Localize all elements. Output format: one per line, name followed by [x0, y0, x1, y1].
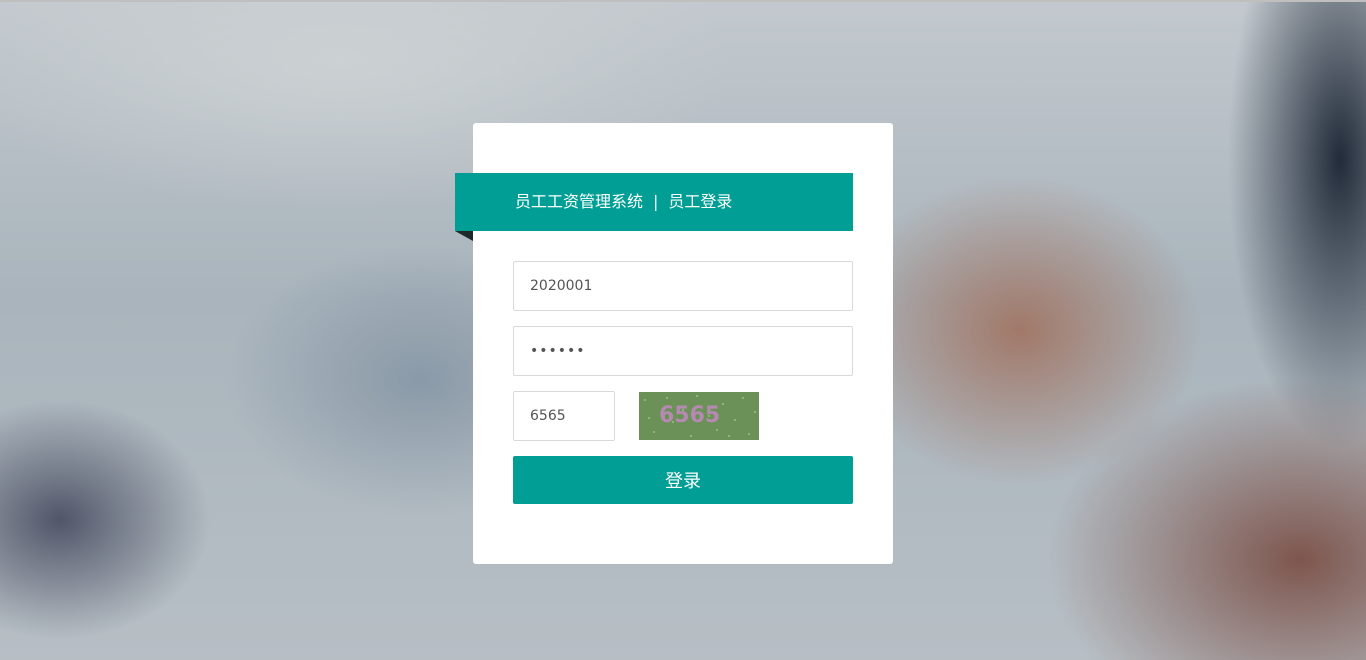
system-title: 员工工资管理系统	[515, 192, 644, 211]
password-input[interactable]	[513, 326, 853, 376]
username-input[interactable]	[513, 261, 853, 311]
captcha-input[interactable]	[513, 391, 615, 441]
title-separator: |	[653, 192, 659, 211]
ribbon-fold-shadow	[455, 231, 473, 241]
captcha-text: 6565	[659, 403, 720, 428]
captcha-image[interactable]: 6565	[639, 392, 759, 440]
top-border	[0, 0, 1366, 2]
login-header-ribbon: 员工工资管理系统 | 员工登录	[455, 173, 853, 231]
page-title: 员工登录	[668, 192, 733, 211]
login-button[interactable]: 登录	[513, 456, 853, 504]
